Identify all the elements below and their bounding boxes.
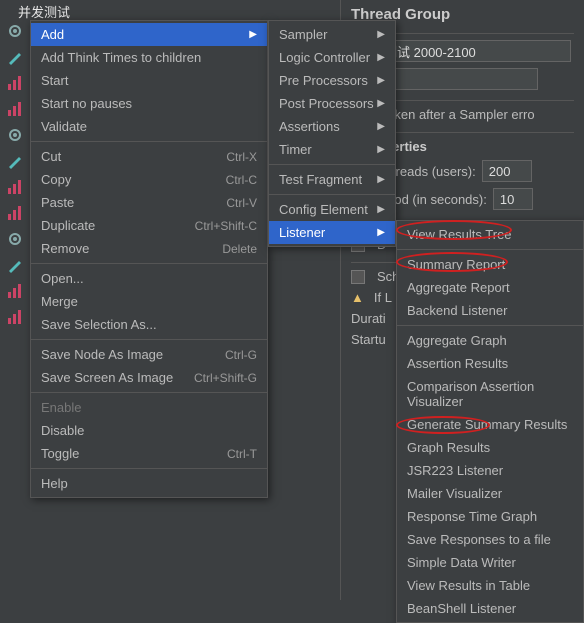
submenu-sampler[interactable]: Sampler▶ [269, 23, 395, 46]
menu-separator [269, 194, 395, 195]
duration-label: Durati [351, 311, 386, 326]
menu-merge[interactable]: Merge [31, 290, 267, 313]
comments-input[interactable] [378, 68, 538, 90]
context-menu-main: Add▶ Add Think Times to children Start S… [30, 20, 268, 498]
menu-save-selection[interactable]: Save Selection As... [31, 313, 267, 336]
submenu-post-processors[interactable]: Post Processors▶ [269, 92, 395, 115]
listener-simple-data-writer[interactable]: Simple Data Writer [397, 551, 583, 574]
menu-paste[interactable]: PasteCtrl-V [31, 191, 267, 214]
menu-separator [397, 325, 583, 326]
listener-aggregate-report[interactable]: Aggregate Report [397, 276, 583, 299]
chart-icon[interactable] [4, 306, 26, 328]
listener-generate-summary[interactable]: Generate Summary Results [397, 413, 583, 436]
listener-backend-listener[interactable]: Backend Listener [397, 299, 583, 322]
chart-icon[interactable] [4, 98, 26, 120]
submenu-config-element[interactable]: Config Element▶ [269, 198, 395, 221]
menu-cut[interactable]: CutCtrl-X [31, 145, 267, 168]
context-menu-add: Sampler▶ Logic Controller▶ Pre Processor… [268, 20, 396, 247]
menu-disable[interactable]: Disable [31, 419, 267, 442]
submenu-logic-controller[interactable]: Logic Controller▶ [269, 46, 395, 69]
submenu-pre-processors[interactable]: Pre Processors▶ [269, 69, 395, 92]
context-menu-listener: View Results Tree Summary Report Aggrega… [396, 220, 584, 623]
menu-validate[interactable]: Validate [31, 115, 267, 138]
menu-add[interactable]: Add▶ [31, 23, 267, 46]
menu-separator [31, 392, 267, 393]
submenu-assertions[interactable]: Assertions▶ [269, 115, 395, 138]
menu-add-think-times[interactable]: Add Think Times to children [31, 46, 267, 69]
dropper-icon[interactable] [4, 46, 26, 68]
warning-icon: ▲ [351, 290, 364, 305]
gear-icon[interactable] [4, 20, 26, 42]
menu-separator [31, 141, 267, 142]
menu-enable: Enable [31, 396, 267, 419]
listener-aggregate-graph[interactable]: Aggregate Graph [397, 329, 583, 352]
menu-start-no-pauses[interactable]: Start no pauses [31, 92, 267, 115]
menu-separator [397, 249, 583, 250]
gear-icon[interactable] [4, 228, 26, 250]
listener-beanshell[interactable]: BeanShell Listener [397, 597, 583, 620]
listener-save-responses[interactable]: Save Responses to a file [397, 528, 583, 551]
menu-copy[interactable]: CopyCtrl-C [31, 168, 267, 191]
threads-input[interactable] [482, 160, 532, 182]
menu-separator [31, 263, 267, 264]
listener-assertion-results[interactable]: Assertion Results [397, 352, 583, 375]
menu-separator [31, 339, 267, 340]
menu-separator [31, 468, 267, 469]
submenu-listener[interactable]: Listener▶ [269, 221, 395, 244]
listener-summary-report[interactable]: Summary Report [397, 253, 583, 276]
chart-icon[interactable] [4, 202, 26, 224]
submenu-test-fragment[interactable]: Test Fragment▶ [269, 168, 395, 191]
menu-remove[interactable]: RemoveDelete [31, 237, 267, 260]
chart-icon[interactable] [4, 280, 26, 302]
submenu-timer[interactable]: Timer▶ [269, 138, 395, 161]
sched-checkbox[interactable] [351, 270, 365, 284]
listener-mailer-visualizer[interactable]: Mailer Visualizer [397, 482, 583, 505]
listener-graph-results[interactable]: Graph Results [397, 436, 583, 459]
menu-duplicate[interactable]: DuplicateCtrl+Shift-C [31, 214, 267, 237]
menu-save-node-image[interactable]: Save Node As ImageCtrl-G [31, 343, 267, 366]
rampup-input[interactable] [493, 188, 533, 210]
menu-toggle[interactable]: ToggleCtrl-T [31, 442, 267, 465]
listener-view-results-tree[interactable]: View Results Tree [397, 223, 583, 246]
menu-separator [269, 164, 395, 165]
gear-icon[interactable] [4, 124, 26, 146]
menu-open[interactable]: Open... [31, 267, 267, 290]
left-toolbar [0, 0, 30, 600]
ifl-label: If L [374, 290, 392, 305]
menu-start[interactable]: Start [31, 69, 267, 92]
menu-save-screen-image[interactable]: Save Screen As ImageCtrl+Shift-G [31, 366, 267, 389]
listener-jsr223[interactable]: JSR223 Listener [397, 459, 583, 482]
chart-icon[interactable] [4, 176, 26, 198]
listener-comparison-assertion[interactable]: Comparison Assertion Visualizer [397, 375, 583, 413]
menu-help[interactable]: Help [31, 472, 267, 495]
dropper-icon[interactable] [4, 254, 26, 276]
chart-icon[interactable] [4, 72, 26, 94]
listener-response-time-graph[interactable]: Response Time Graph [397, 505, 583, 528]
startup-label: Startu [351, 332, 386, 347]
dropper-icon[interactable] [4, 150, 26, 172]
listener-view-results-table[interactable]: View Results in Table [397, 574, 583, 597]
